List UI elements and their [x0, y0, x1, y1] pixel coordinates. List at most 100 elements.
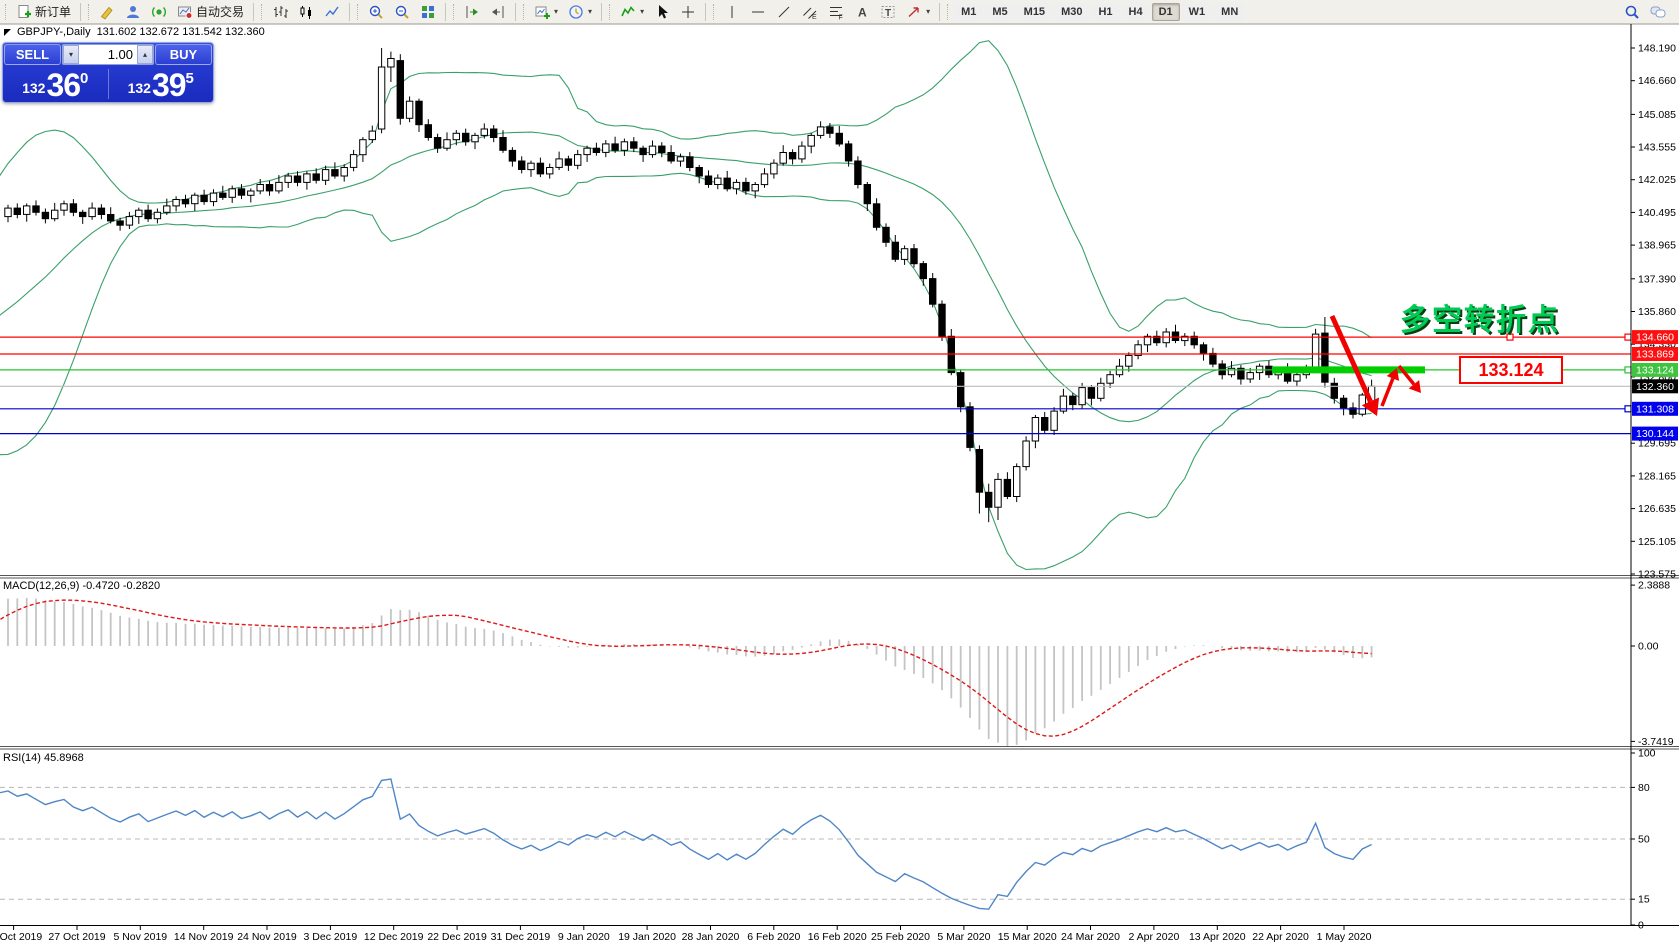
auto-scroll-button[interactable]	[460, 2, 484, 22]
new-chart-icon	[534, 4, 550, 20]
chat-button[interactable]	[1646, 2, 1670, 22]
svg-text:134.660: 134.660	[1636, 332, 1674, 344]
search-button[interactable]	[1620, 2, 1644, 22]
arrows-tool-button[interactable]: ▾	[902, 2, 934, 22]
metaeditor-button[interactable]	[95, 2, 119, 22]
line-handle	[1625, 334, 1631, 340]
text-button[interactable]: A	[850, 2, 874, 22]
svg-text:28 Jan 2020: 28 Jan 2020	[682, 931, 740, 943]
zoom-out-button[interactable]	[390, 2, 414, 22]
buy-price[interactable]: 132395	[109, 66, 214, 102]
profiles-icon	[568, 4, 584, 20]
tile-windows-icon	[420, 4, 436, 20]
text-label-button[interactable]: T	[876, 2, 900, 22]
svg-text:135.860: 135.860	[1638, 306, 1676, 318]
fibonacci-button[interactable]: F	[824, 2, 848, 22]
volume-decrease-button[interactable]: ▾	[63, 45, 79, 64]
candles-chart-icon	[298, 4, 314, 20]
timeframe-w1-button[interactable]: W1	[1182, 3, 1213, 21]
svg-text:5 Mar 2020: 5 Mar 2020	[937, 931, 990, 943]
volume-stepper[interactable]: ▾ 1.00 ▴	[62, 44, 154, 65]
svg-text:138.965: 138.965	[1638, 240, 1676, 252]
svg-text:31 Dec 2019: 31 Dec 2019	[491, 931, 551, 943]
tile-windows-button[interactable]	[416, 2, 440, 22]
pencil-icon	[99, 4, 115, 20]
new-chart-button[interactable]: ▾	[530, 2, 562, 22]
toolbar-separator	[601, 3, 602, 21]
trendline-icon	[776, 4, 792, 20]
timeframe-m1-button[interactable]: M1	[954, 3, 983, 21]
line-handle	[1625, 406, 1631, 412]
crosshair-button[interactable]	[676, 2, 700, 22]
svg-text:0.00: 0.00	[1638, 641, 1659, 653]
horizontal-line-button[interactable]	[746, 2, 770, 22]
toolbar-drag-handle	[357, 4, 360, 20]
timeframe-m15-button[interactable]: M15	[1017, 3, 1052, 21]
buy-button[interactable]: BUY	[155, 44, 212, 65]
chart-canvas[interactable]: 148.190146.660145.085143.555142.025140.4…	[0, 0, 1679, 944]
profiles-button[interactable]: ▾	[564, 2, 596, 22]
sell-button[interactable]: SELL	[4, 44, 61, 65]
cursor-button[interactable]	[650, 2, 674, 22]
vertical-line-button[interactable]	[720, 2, 744, 22]
trendline-button[interactable]	[772, 2, 796, 22]
signals-icon	[151, 4, 167, 20]
signals-button[interactable]	[147, 2, 171, 22]
collapse-trade-panel-icon[interactable]	[4, 29, 11, 36]
line-handle	[1625, 367, 1631, 373]
svg-text:100: 100	[1638, 748, 1656, 760]
svg-text:12 Dec 2019: 12 Dec 2019	[364, 931, 424, 943]
timeframe-h4-button[interactable]: H4	[1122, 3, 1150, 21]
bar-chart-mode-button[interactable]	[268, 2, 292, 22]
community-button[interactable]	[121, 2, 145, 22]
svg-text:130.144: 130.144	[1636, 428, 1674, 440]
chart-shift-button[interactable]	[486, 2, 510, 22]
line-chart-mode-button[interactable]	[320, 2, 344, 22]
indicators-button[interactable]: ▾	[616, 2, 648, 22]
toolbar-separator	[349, 3, 350, 21]
timeframe-mn-button[interactable]: MN	[1214, 3, 1245, 21]
autotrading-button[interactable]: 自动交易	[173, 2, 248, 22]
arrows-tool-icon	[906, 4, 922, 20]
price-level-label[interactable]: 133.124	[1459, 356, 1563, 384]
candlestick-mode-button[interactable]	[294, 2, 318, 22]
svg-text:E: E	[812, 14, 817, 20]
svg-text:13 Apr 2020: 13 Apr 2020	[1189, 931, 1246, 943]
toolbar: 新订单自动交易▾▾▾EFAT▾M1M5M15M30H1H4D1W1MN	[0, 0, 1679, 24]
svg-text:14 Nov 2019: 14 Nov 2019	[174, 931, 234, 943]
rsi-value: 45.8968	[44, 752, 84, 764]
svg-text:50: 50	[1638, 834, 1650, 846]
toolbar-drag-handle	[5, 4, 8, 20]
svg-text:142.025: 142.025	[1638, 174, 1676, 186]
toolbar-separator	[515, 3, 516, 21]
toolbar-drag-handle	[713, 4, 716, 20]
auto-scroll-icon	[464, 4, 480, 20]
volume-value[interactable]: 1.00	[79, 45, 137, 64]
hline-icon	[750, 4, 766, 20]
svg-text:2.3888: 2.3888	[1638, 580, 1670, 592]
timeframe-m30-button[interactable]: M30	[1054, 3, 1089, 21]
svg-text:131.308: 131.308	[1636, 403, 1674, 415]
vline-icon	[724, 4, 740, 20]
toolbar-separator	[705, 3, 706, 21]
text-annotation[interactable]: 多空转折点	[1400, 295, 1560, 339]
zoom-in-icon	[368, 4, 384, 20]
sell-price[interactable]: 132360	[3, 66, 108, 102]
toolbar-separator	[445, 3, 446, 21]
svg-text:17 Oct 2019: 17 Oct 2019	[0, 931, 42, 943]
chart-title: GBPJPY-,Daily 131.602 132.672 131.542 13…	[4, 26, 265, 38]
timeframe-h1-button[interactable]: H1	[1091, 3, 1119, 21]
toolbar-drag-handle	[523, 4, 526, 20]
svg-text:0: 0	[1638, 920, 1644, 932]
svg-text:T: T	[885, 8, 891, 19]
toolbar-drag-handle	[88, 4, 91, 20]
timeframe-d1-button[interactable]: D1	[1152, 3, 1180, 21]
volume-increase-button[interactable]: ▴	[137, 45, 153, 64]
zoom-in-button[interactable]	[364, 2, 388, 22]
crosshair-icon	[680, 4, 696, 20]
timeframe-m5-button[interactable]: M5	[985, 3, 1014, 21]
one-click-trading-panel[interactable]: SELL ▾ 1.00 ▴ BUY 132360 132395	[2, 42, 214, 103]
equidistant-channel-button[interactable]: E	[798, 2, 822, 22]
svg-text:22 Dec 2019: 22 Dec 2019	[427, 931, 487, 943]
new-order-button[interactable]: 新订单	[12, 2, 75, 22]
